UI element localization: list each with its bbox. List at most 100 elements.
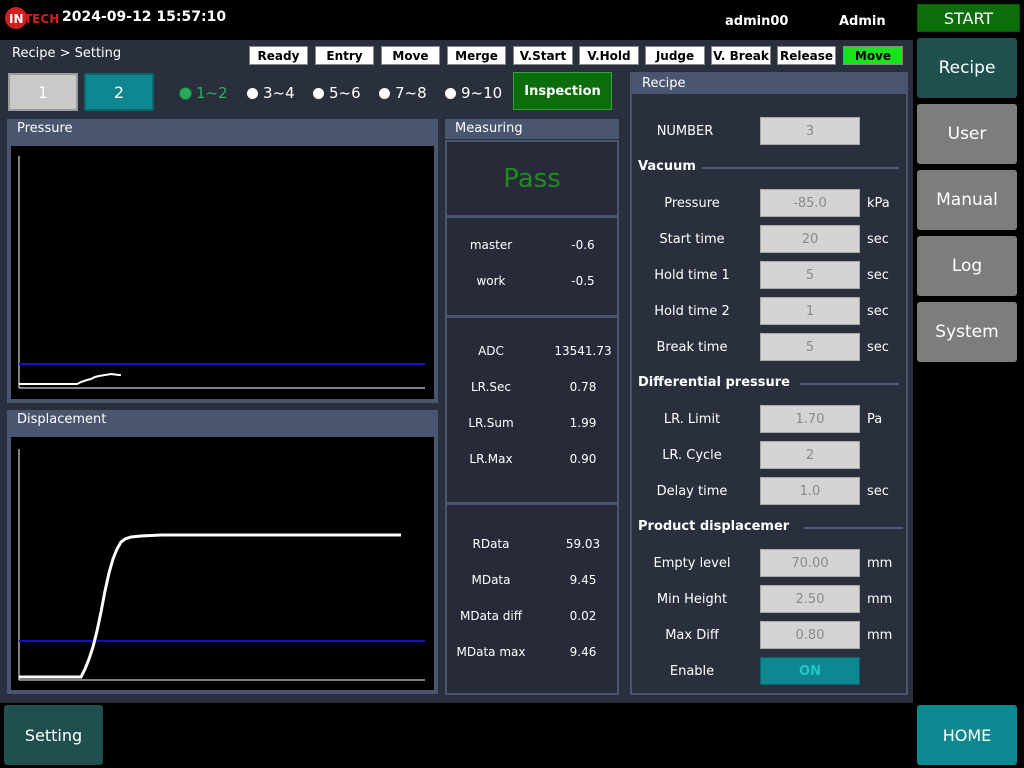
meas-label: master bbox=[469, 238, 513, 252]
start-button[interactable]: START bbox=[917, 4, 1020, 32]
svg-text:IN: IN bbox=[9, 12, 24, 26]
range-radio-3-4[interactable]: 3~4 bbox=[246, 84, 295, 102]
hold-time-2-field[interactable]: 1 bbox=[760, 297, 860, 325]
min-height-field[interactable]: 2.50 bbox=[760, 585, 860, 613]
status-judge: Judge bbox=[645, 46, 705, 65]
result-box: Pass bbox=[445, 140, 619, 217]
meas-label: LR.Sum bbox=[468, 416, 514, 430]
unit-label: mm bbox=[867, 555, 893, 571]
meas-label: LR.Sec bbox=[470, 380, 511, 394]
hold-time-1-field[interactable]: 5 bbox=[760, 261, 860, 289]
user-role: Admin bbox=[839, 14, 886, 29]
measuring-group-2: ADC 13541.73 LR.Sec 0.78 LR.Sum 1.99 LR.… bbox=[445, 316, 619, 504]
unit-label: mm bbox=[867, 591, 893, 607]
setting-button[interactable]: Setting bbox=[4, 705, 103, 765]
recipe-row-number: NUMBER 3 bbox=[630, 117, 860, 145]
range-radio-7-8[interactable]: 7~8 bbox=[378, 84, 427, 102]
meas-row-lrsum: LR.Sum 1.99 bbox=[447, 416, 617, 430]
radio-icon bbox=[312, 86, 325, 100]
breadcrumb: Recipe > Setting bbox=[12, 46, 122, 61]
meas-label: MData max bbox=[456, 645, 526, 659]
meas-row-master: master -0.6 bbox=[447, 238, 617, 252]
meas-value: 9.46 bbox=[569, 645, 597, 659]
meas-row-mdata-max: MData max 9.46 bbox=[447, 645, 617, 659]
pressure-curve bbox=[19, 372, 121, 385]
status-vbreak: V. Break bbox=[711, 46, 771, 65]
enable-toggle[interactable]: ON bbox=[760, 657, 860, 685]
status-vstart: V.Start bbox=[513, 46, 573, 65]
unit-label: Pa bbox=[867, 411, 883, 427]
meas-label: MData diff bbox=[459, 609, 523, 623]
recipe-row-hold-time-1: Hold time 1 5 sec bbox=[630, 261, 889, 289]
recipe-row-hold-time-2: Hold time 2 1 sec bbox=[630, 297, 889, 325]
meas-value: -0.5 bbox=[571, 274, 595, 288]
unit-label: sec bbox=[867, 267, 889, 283]
displacement-chart-area bbox=[11, 437, 434, 690]
meas-value: 9.45 bbox=[569, 573, 597, 587]
recipe-row-start-time: Start time 20 sec bbox=[630, 225, 889, 253]
unit-label: mm bbox=[867, 627, 893, 643]
recipe-title: Recipe bbox=[632, 74, 906, 94]
recipe-number-field[interactable]: 3 bbox=[760, 117, 860, 145]
recipe-label: Break time bbox=[656, 339, 728, 355]
lr-cycle-field[interactable]: 2 bbox=[760, 441, 860, 469]
pressure-chart-title: Pressure bbox=[7, 119, 438, 139]
section-differential-pressure: Differential pressure bbox=[638, 375, 790, 390]
recipe-label: NUMBER bbox=[656, 123, 714, 139]
sidebar-item-manual[interactable]: Manual bbox=[917, 170, 1017, 230]
recipe-label: Start time bbox=[659, 231, 725, 247]
result-text: Pass bbox=[503, 163, 561, 194]
range-label: 5~6 bbox=[329, 84, 361, 102]
recipe-row-empty-level: Empty level 70.00 mm bbox=[630, 549, 892, 577]
meas-row-rdata: RData 59.03 bbox=[447, 537, 617, 551]
pressure-chart-panel: Pressure bbox=[7, 119, 438, 403]
recipe-row-enable: Enable ON bbox=[630, 657, 860, 685]
delay-time-field[interactable]: 1.0 bbox=[760, 477, 860, 505]
section-divider bbox=[804, 527, 903, 529]
home-button[interactable]: HOME bbox=[917, 705, 1017, 765]
measuring-panel: Measuring Pass master -0.6 work -0.5 ADC… bbox=[445, 119, 619, 695]
meas-row-lrsec: LR.Sec 0.78 bbox=[447, 380, 617, 394]
recipe-label: Min Height bbox=[656, 591, 728, 607]
sidebar-item-user[interactable]: User bbox=[917, 104, 1017, 164]
section-vacuum: Vacuum bbox=[638, 159, 696, 174]
sidebar-item-system[interactable]: System bbox=[917, 302, 1017, 362]
status-move-active: Move bbox=[843, 46, 903, 65]
unit-label: sec bbox=[867, 339, 889, 355]
unit-label: sec bbox=[867, 303, 889, 319]
pressure-field[interactable]: -85.0 bbox=[760, 189, 860, 217]
status-release: Release bbox=[777, 46, 836, 65]
unit-label: sec bbox=[867, 483, 889, 499]
meas-label: MData bbox=[471, 573, 511, 587]
recipe-label: Hold time 2 bbox=[654, 303, 730, 319]
meas-row-mdata: MData 9.45 bbox=[447, 573, 617, 587]
meas-value: 0.90 bbox=[569, 452, 597, 466]
inspection-button[interactable]: Inspection bbox=[513, 72, 612, 110]
range-radio-9-10[interactable]: 9~10 bbox=[444, 84, 502, 102]
pressure-chart bbox=[18, 156, 425, 389]
displacement-chart-panel: Displacement bbox=[7, 410, 438, 694]
sidebar-item-log[interactable]: Log bbox=[917, 236, 1017, 296]
max-diff-field[interactable]: 0.80 bbox=[760, 621, 860, 649]
measuring-group-1: master -0.6 work -0.5 bbox=[445, 216, 619, 317]
break-time-field[interactable]: 5 bbox=[760, 333, 860, 361]
start-time-field[interactable]: 20 bbox=[760, 225, 860, 253]
recipe-label: Enable bbox=[669, 663, 715, 679]
lr-limit-field[interactable]: 1.70 bbox=[760, 405, 860, 433]
channel-2-button[interactable]: 2 bbox=[84, 73, 154, 111]
range-label: 9~10 bbox=[461, 84, 503, 102]
intech-logo: IN TECH bbox=[3, 4, 59, 32]
radio-icon bbox=[378, 86, 391, 100]
sidebar-item-recipe[interactable]: Recipe bbox=[917, 38, 1017, 98]
recipe-row-lr-limit: LR. Limit 1.70 Pa bbox=[630, 405, 882, 433]
meas-row-work: work -0.5 bbox=[447, 274, 617, 288]
empty-level-field[interactable]: 70.00 bbox=[760, 549, 860, 577]
meas-label: ADC bbox=[478, 344, 504, 358]
recipe-label: Max Diff bbox=[665, 627, 719, 643]
measuring-title: Measuring bbox=[445, 119, 619, 139]
recipe-label: Delay time bbox=[656, 483, 728, 499]
channel-1-button[interactable]: 1 bbox=[8, 73, 78, 111]
range-radio-1-2[interactable]: 1~2 bbox=[179, 84, 228, 102]
range-radio-5-6[interactable]: 5~6 bbox=[312, 84, 361, 102]
section-divider bbox=[702, 167, 899, 169]
